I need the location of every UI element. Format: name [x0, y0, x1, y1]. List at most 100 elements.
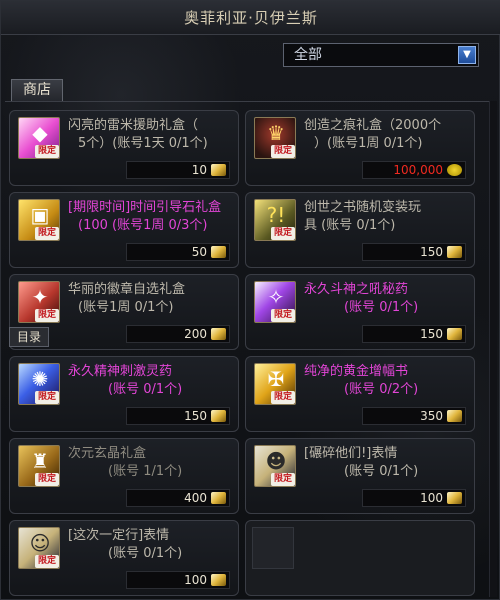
item-name: [这次一定行]表情 (账号 0/1个)	[68, 527, 236, 569]
potion-glyph: ✧	[267, 285, 285, 309]
price-value: 400	[184, 491, 207, 505]
item-name-line1: 纯净的黄金增幅书	[304, 364, 409, 379]
shop-item-card[interactable]: ◆ 限定 闪亮的雷米援助礼盒（ 5个）(账号1天 0/1个) 10	[9, 110, 239, 186]
item-name-line1: 创造之痕礼盒（2000个	[304, 118, 442, 133]
scroll-book-icon: ?! 限定	[254, 199, 296, 241]
coin-icon	[211, 246, 226, 258]
item-name-line2: (账号 0/1个)	[344, 300, 419, 315]
shop-item-card[interactable]: ✺ 限定 永久精神刺激灵药 (账号 0/1个) 150	[9, 356, 239, 432]
item-price: 150	[362, 243, 466, 261]
item-price: 100	[126, 571, 230, 589]
item-name-line2: (账号 0/1个)	[108, 546, 183, 561]
shop-item-card[interactable]: ☻ 限定 [碾碎他们!]表情 (账号 0/1个) 100	[245, 438, 475, 514]
shop-item-card[interactable]: ✠ 限定 纯净的黄金增幅书 (账号 0/2个) 350	[245, 356, 475, 432]
coin-icon	[211, 164, 226, 176]
coin-icon	[211, 492, 226, 504]
window-title: 奥菲利亚·贝伊兰斯	[1, 1, 500, 35]
limited-badge: 限定	[35, 145, 59, 158]
scrollbar[interactable]	[489, 101, 497, 597]
price-value: 100	[420, 491, 443, 505]
item-name-line1: 次元玄晶礼盒	[68, 446, 147, 461]
item-name-line2: (账号 0/1个)	[108, 382, 183, 397]
emote-glyph: ☻	[265, 449, 287, 473]
limited-badge: 限定	[271, 309, 295, 322]
limited-badge: 限定	[271, 227, 295, 240]
item-price: 10	[126, 161, 230, 179]
item-name: [碾碎他们!]表情 (账号 0/1个)	[304, 445, 472, 487]
price-value: 10	[191, 163, 207, 177]
price-value: 350	[420, 409, 443, 423]
item-name-line2: (账号 1/1个)	[108, 464, 183, 479]
crown-glyph: ♛	[267, 121, 285, 145]
emote-icon: ☺ 限定	[18, 527, 60, 569]
shop-item-card[interactable]: ♜ 限定 次元玄晶礼盒 (账号 1/1个) 400	[9, 438, 239, 514]
item-name: [期限时间]时间引导石礼盒 (100 (账号1周 0/3个)	[68, 199, 236, 241]
item-name-line1: 创世之书随机变装玩	[304, 200, 422, 215]
item-name-line1: 永久斗神之吼秘药	[304, 282, 409, 297]
shop-item-grid: ◆ 限定 闪亮的雷米援助礼盒（ 5个）(账号1天 0/1个) 10 ♛ 限定 创…	[5, 101, 491, 597]
coin-icon	[211, 410, 226, 422]
crown-gift-icon: ♛ 限定	[254, 117, 296, 159]
item-price: 350	[362, 407, 466, 425]
price-value: 150	[184, 409, 207, 423]
blue-potion-icon: ✺ 限定	[18, 363, 60, 405]
item-name-line2: (账号1周 0/1个)	[78, 300, 174, 315]
item-name: 次元玄晶礼盒 (账号 1/1个)	[68, 445, 236, 487]
filter-selected-value: 全部	[294, 47, 322, 63]
shop-window: 奥菲利亚·贝伊兰斯 全部 ▼ 商店 ◆ 限定 闪亮的雷米援助礼盒（ 5个）(账号…	[0, 0, 500, 600]
shop-item-card[interactable]: ♛ 限定 创造之痕礼盒（2000个 ）(账号1周 0/1个) 100,000	[245, 110, 475, 186]
item-name-line1: [期限时间]时间引导石礼盒	[68, 200, 222, 215]
item-name-line1: [碾碎他们!]表情	[304, 446, 398, 461]
emote-icon: ☻ 限定	[254, 445, 296, 487]
bag-glyph: ♜	[31, 449, 49, 473]
category-filter-dropdown[interactable]: 全部 ▼	[283, 43, 479, 67]
coin-icon	[447, 328, 462, 340]
coin-icon	[447, 492, 462, 504]
price-value: 50	[191, 245, 207, 259]
question-glyph: ?!	[266, 203, 286, 227]
item-name: 永久斗神之吼秘药 (账号 0/1个)	[304, 281, 472, 323]
item-name-line2: 5个）(账号1天 0/1个)	[78, 136, 208, 151]
limited-badge: 限定	[271, 473, 295, 486]
item-name: 华丽的徽章自选礼盒 (账号1周 0/1个)	[68, 281, 236, 323]
item-name-line2: (100 (账号1周 0/3个)	[78, 218, 208, 233]
tab-catalog[interactable]: 目录	[9, 327, 49, 347]
box-glyph: ▣	[30, 203, 50, 227]
bag-box-icon: ♜ 限定	[18, 445, 60, 487]
coin-icon	[211, 574, 226, 586]
item-price: 100,000	[362, 161, 466, 179]
price-value: 150	[420, 327, 443, 341]
badge-box-icon: ✦ 限定	[18, 281, 60, 323]
tab-shop[interactable]: 商店	[11, 79, 63, 101]
shop-item-card[interactable]: ✧ 限定 永久斗神之吼秘药 (账号 0/1个) 150	[245, 274, 475, 350]
book-glyph: ✠	[267, 367, 285, 391]
purple-potion-icon: ✧ 限定	[254, 281, 296, 323]
price-value: 100	[184, 573, 207, 587]
price-value: 200	[184, 327, 207, 341]
price-value: 100,000	[393, 163, 443, 177]
limited-badge: 限定	[35, 555, 59, 568]
pink-gift-icon: ◆ 限定	[18, 117, 60, 159]
shop-item-card[interactable]: ?! 限定 创世之书随机变装玩 具 (账号 0/1个) 150	[245, 192, 475, 268]
item-name: 永久精神刺激灵药 (账号 0/1个)	[68, 363, 236, 405]
coin-icon	[447, 410, 462, 422]
limited-badge: 限定	[271, 145, 295, 158]
limited-badge: 限定	[35, 309, 59, 322]
item-name: 创造之痕礼盒（2000个 ）(账号1周 0/1个)	[304, 117, 472, 159]
amber-book-icon: ✠ 限定	[254, 363, 296, 405]
limited-badge: 限定	[35, 391, 59, 404]
chevron-down-icon[interactable]: ▼	[458, 46, 476, 64]
limited-badge: 限定	[35, 473, 59, 486]
badge-glyph: ✦	[31, 285, 49, 309]
item-name-line1: [这次一定行]表情	[68, 528, 170, 543]
item-name-line1: 华丽的徽章自选礼盒	[68, 282, 186, 297]
item-price: 200	[126, 325, 230, 343]
item-name-line1: 永久精神刺激灵药	[68, 364, 173, 379]
item-name: 创世之书随机变装玩 具 (账号 0/1个)	[304, 199, 472, 241]
item-name-line2: ）(账号1周 0/1个)	[314, 136, 423, 151]
shop-item-card[interactable]: ☺ 限定 [这次一定行]表情 (账号 0/1个) 100	[9, 520, 239, 596]
shop-item-card[interactable]: ▣ 限定 [期限时间]时间引导石礼盒 (100 (账号1周 0/3个) 50	[9, 192, 239, 268]
item-name-line1: 闪亮的雷米援助礼盒（	[68, 118, 199, 133]
empty-slot	[252, 527, 294, 569]
limited-badge: 限定	[35, 227, 59, 240]
